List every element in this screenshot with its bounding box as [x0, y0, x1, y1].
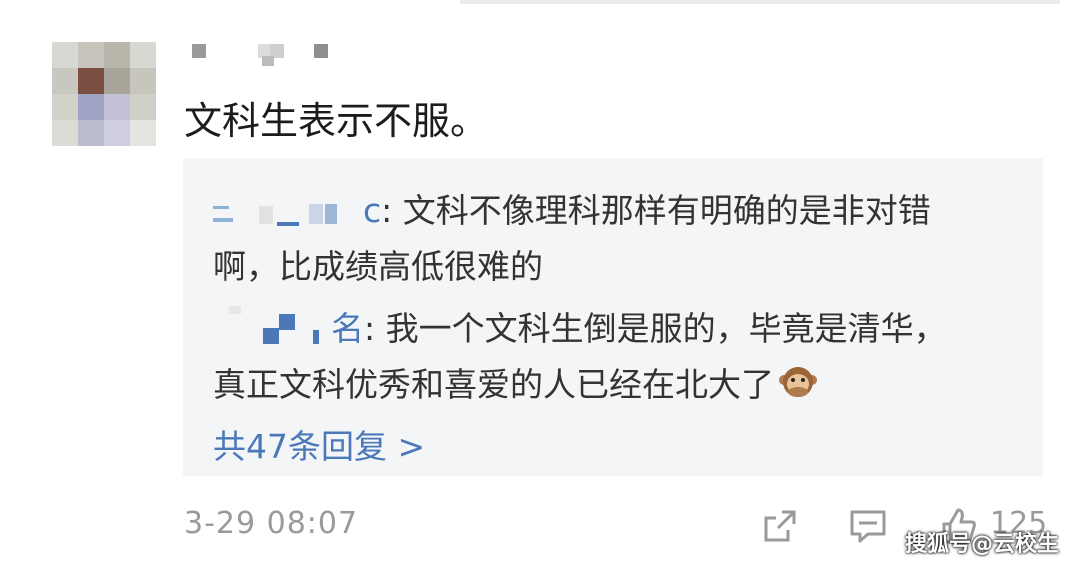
comment-timestamp: 3-29 08:07 — [184, 506, 359, 541]
reply-1-line-1: c: 文科不像理科那样有明确的是非对错 — [213, 184, 931, 232]
avatar[interactable] — [52, 42, 156, 146]
reply-1-username-suffix[interactable]: c — [363, 191, 381, 230]
reply-2-username-suffix[interactable]: 名 — [331, 309, 364, 348]
reply-2-line-2: 真正文科优秀和喜爱的人已经在北大了 — [213, 358, 818, 406]
share-icon[interactable] — [760, 506, 800, 546]
top-divider — [460, 0, 1060, 4]
reply-1-username-blurred[interactable] — [213, 196, 363, 230]
username-blurred[interactable] — [186, 40, 346, 70]
reply-2-text: : 我一个文科生倒是服的，毕竟是清华， — [364, 309, 947, 348]
reply-2-username-blurred[interactable] — [213, 305, 331, 348]
reply-2-text-continued: 真正文科优秀和喜爱的人已经在北大了 — [213, 365, 774, 404]
reply-box: c: 文科不像理科那样有明确的是非对错 啊，比成绩高低很难的 名: 我一个文科生… — [183, 158, 1043, 476]
source-watermark: 搜狐号@云校生 — [905, 532, 1060, 557]
monkey-emoji-icon — [779, 367, 817, 397]
reply-1-text: : 文科不像理科那样有明确的是非对错 — [381, 191, 931, 230]
comment-icon[interactable] — [848, 506, 888, 546]
comment-text: 文科生表示不服。 — [184, 99, 489, 143]
reply-1-line-2: 啊，比成绩高低很难的 — [213, 247, 543, 286]
more-replies-link[interactable]: 共47条回复 > — [213, 420, 425, 468]
reply-2-line-1: 名: 我一个文科生倒是服的，毕竟是清华， — [213, 302, 947, 350]
